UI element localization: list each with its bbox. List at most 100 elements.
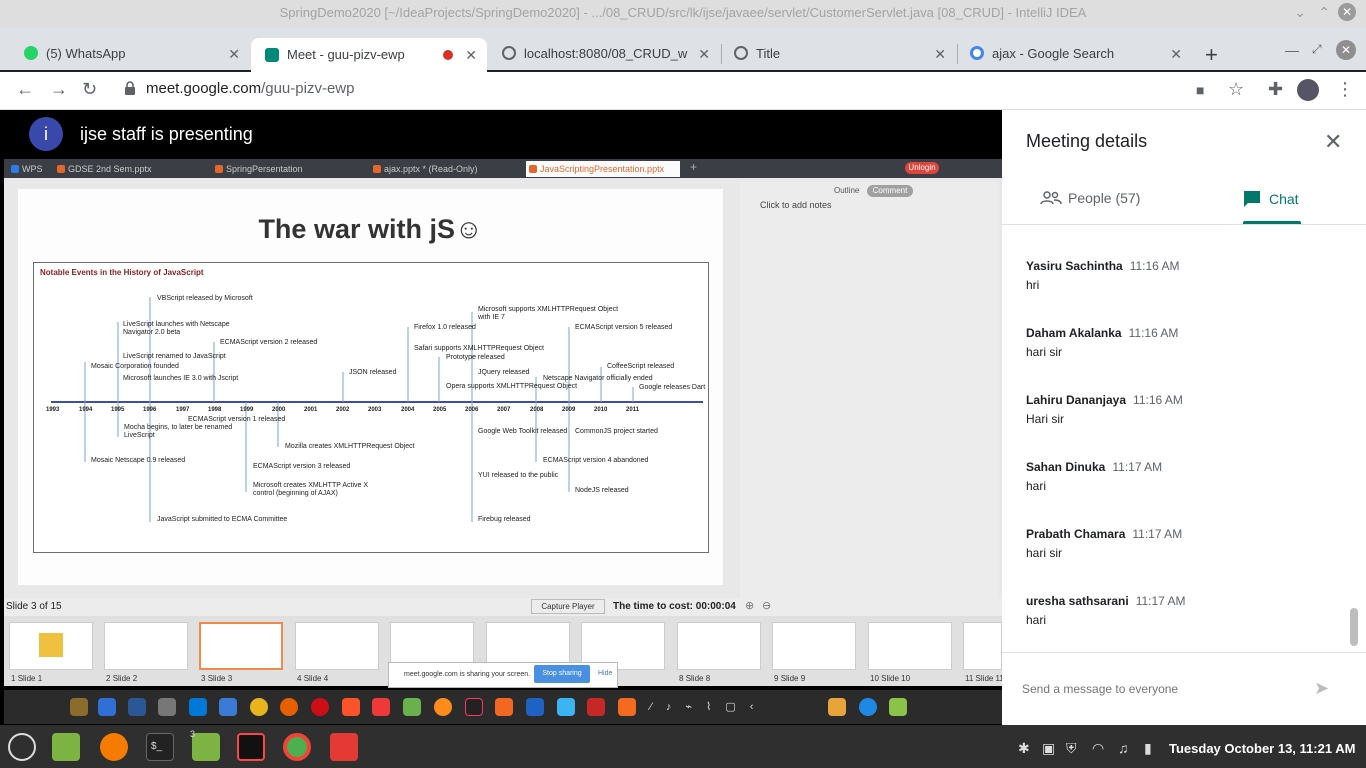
panel-divider [1002,224,1366,225]
wps-new-tab-icon[interactable]: + [690,160,697,174]
browser-tab-title[interactable]: Title ✕ [720,36,956,72]
chat-scrollbar[interactable] [1350,608,1358,646]
hide-banner-button[interactable]: Hide [598,670,612,677]
ide-close-button[interactable]: ✕ [1338,3,1356,21]
slide-thumbnail[interactable] [295,622,379,670]
pptx-icon [529,165,537,173]
menu-icon[interactable]: ⋮ [1336,79,1354,100]
shared-app-icon [434,698,452,716]
wps-tab-home[interactable]: WPS [8,161,52,177]
battery-icon[interactable]: ▮ [1144,740,1152,757]
browser-tab-localhost[interactable]: localhost:8080/08_CRUD_war ✕ [488,36,720,72]
clock[interactable]: Tuesday October 13, 11:21 AM [1169,741,1355,756]
close-tab-icon[interactable]: ✕ [934,36,946,72]
sound-icon[interactable]: ♫ [1118,740,1129,756]
close-tab-icon[interactable]: ✕ [1170,36,1182,72]
window-maximize-button[interactable]: ⤢ [1312,42,1322,57]
thumbnail-label: 8 Slide 8 [679,674,710,683]
pptx-icon [215,165,223,173]
stop-sharing-button[interactable]: Stop sharing [534,665,590,683]
wps-tab-gdse[interactable]: GDSE 2nd Sem.pptx [54,161,204,177]
message-text: hari sir [1026,345,1063,359]
address-bar[interactable]: meet.google.com/guu-pizv-ewp [146,80,354,97]
back-icon[interactable]: ← [16,79,34,100]
camera-icon[interactable]: ■ [1196,82,1204,98]
thumbnail-label: 9 Slide 9 [774,674,805,683]
year-tick: 2006 [465,407,479,413]
lock-icon[interactable] [124,81,136,95]
wps-icon [11,165,19,173]
profile-avatar[interactable] [1297,79,1319,101]
timeline-event: ECMAScript version 1 released [188,416,286,423]
wps-tab-javascripting[interactable]: JavaScriptingPresentation.pptx [526,161,680,177]
timeline-event: CommonJS project started [575,428,658,435]
firefox-icon[interactable] [100,733,128,761]
close-tab-icon[interactable]: ✕ [465,38,477,72]
bluetooth-icon[interactable]: ✱ [1018,740,1030,757]
window-close-button[interactable]: ✕ [1336,40,1356,60]
close-tab-icon[interactable]: ✕ [228,36,240,72]
thumbnail-number: 2 [106,674,111,683]
year-tick: 2005 [433,407,447,413]
wps-tab-spring[interactable]: SpringPersentation [212,161,362,177]
terminal-icon[interactable]: $_ [146,733,174,761]
mint-menu-icon[interactable] [8,733,36,761]
shield-icon[interactable]: ⛨ [1066,740,1077,757]
comment-tab[interactable]: Comment [867,185,913,197]
browser-tab-whatsapp[interactable]: (5) WhatsApp ✕ [10,36,250,72]
tab-label: Title [756,46,781,61]
ide-maximize-button[interactable]: ⌃ [1318,4,1330,21]
slide-thumbnail[interactable] [868,622,952,670]
browser-tab-google-search[interactable]: ajax - Google Search ✕ [956,36,1192,72]
zoom-out-icon[interactable]: ⊖ [762,599,771,612]
wifi-icon[interactable]: ◠ [1092,740,1104,757]
chat-message-header: Daham Akalanka 11:16 AM [1026,326,1178,340]
wps-tab-label: JavaScriptingPresentation.pptx [540,164,665,174]
slide-thumbnail[interactable] [104,622,188,670]
wps-tab-ajax[interactable]: ajax.pptx * (Read-Only) [370,161,520,177]
slide-thumbnail[interactable] [772,622,856,670]
slide-thumbnail[interactable] [963,622,1002,670]
slide-thumbnail[interactable] [677,622,761,670]
files-icon[interactable] [52,733,80,761]
reload-icon[interactable]: ↻ [82,79,97,100]
chat-message-input[interactable] [1022,682,1292,696]
slide-thumbnail[interactable] [9,622,93,670]
files-icon[interactable] [192,733,220,761]
chat-message-header: Sahan Dinuka 11:17 AM [1026,460,1162,474]
bookmark-star-icon[interactable]: ☆ [1228,79,1244,100]
sender-name: Prabath Chamara [1026,527,1126,541]
message-text: hri [1026,278,1040,292]
notes-placeholder[interactable]: Click to add notes [760,200,832,210]
close-tab-icon[interactable]: ✕ [698,36,710,72]
zoom-in-icon[interactable]: ⊕ [745,599,754,612]
extensions-icon[interactable]: ✚ [1268,79,1283,100]
chrome-icon[interactable] [283,733,311,761]
tab-people[interactable]: People (57) [1040,190,1140,206]
message-text: hari [1026,613,1047,627]
close-panel-icon[interactable]: ✕ [1324,129,1342,155]
timeline-event: Mosaic Netscape 0.9 released [91,457,186,464]
shared-app-icon [128,698,146,716]
send-icon[interactable]: ➤ [1314,678,1329,699]
new-tab-button[interactable]: + [1205,42,1218,68]
clipboard-icon[interactable]: ▣ [1042,740,1055,757]
ide-minimize-button[interactable]: ⌄ [1294,4,1306,21]
capture-player-button[interactable]: Capture Player [531,599,605,614]
intellij-icon[interactable] [237,733,265,761]
globe-icon [734,46,748,60]
year-tick: 2003 [368,407,382,413]
slide-thumbnail-selected[interactable] [199,622,283,670]
timeline-event: Netscape Navigator officially ended [543,375,653,382]
timeline-event: YUI released to the public [478,472,559,479]
wps-unlogin-badge[interactable]: Unlogin [905,162,939,174]
shared-app-icon [70,698,88,716]
browser-tab-meet[interactable]: Meet - guu-pizv-ewp ✕ [251,38,487,72]
timeline-event: Firefox 1.0 released [414,324,476,331]
tab-chat[interactable]: Chat [1243,190,1299,208]
forward-icon[interactable]: → [50,79,68,100]
outline-tab[interactable]: Outline [834,186,859,195]
thumbnail-number: 4 [297,674,302,683]
window-minimize-button[interactable]: — [1285,42,1299,58]
image-viewer-icon[interactable] [330,733,358,761]
